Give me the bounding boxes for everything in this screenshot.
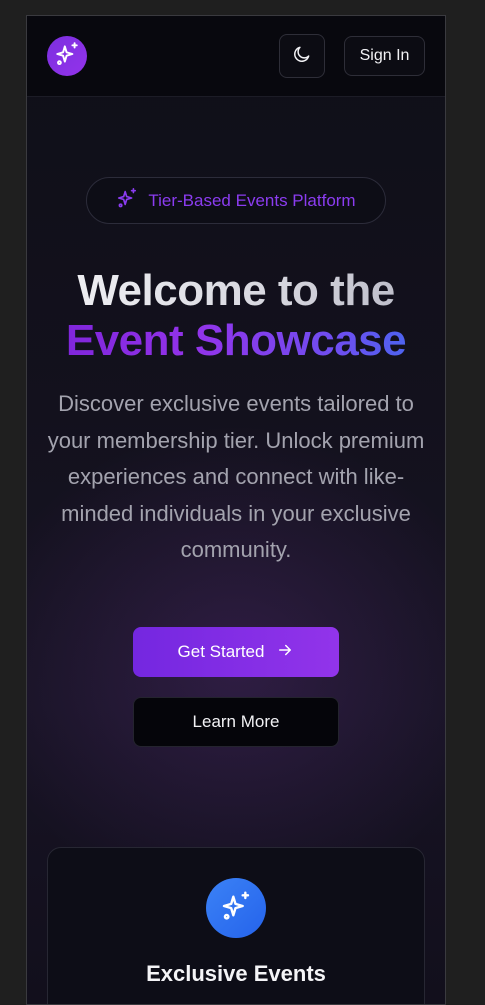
moon-icon — [292, 44, 312, 69]
theme-toggle-button[interactable] — [279, 34, 325, 78]
get-started-label: Get Started — [177, 642, 265, 661]
get-started-button[interactable]: Get Started — [133, 627, 339, 677]
hero-title: Welcome to the Event Showcase — [27, 266, 445, 366]
hero-title-line1: Welcome to the — [27, 266, 445, 316]
app-frame: Sign In Tier-Based Events Platform Welco… — [26, 15, 446, 1005]
learn-more-button[interactable]: Learn More — [133, 697, 339, 747]
badge-label: Tier-Based Events Platform — [148, 190, 356, 210]
platform-badge: Tier-Based Events Platform — [86, 177, 386, 224]
sparkles-icon — [116, 187, 138, 214]
top-nav: Sign In — [27, 16, 445, 97]
sign-in-button[interactable]: Sign In — [344, 36, 425, 76]
sparkles-icon — [220, 890, 252, 927]
hero-description: Discover exclusive events tailored to yo… — [47, 391, 425, 562]
feature-title: Exclusive Events — [146, 961, 326, 986]
sparkles-icon — [54, 41, 80, 72]
feature-card: Exclusive Events — [47, 847, 425, 1004]
feature-icon-badge — [206, 878, 266, 938]
logo[interactable] — [47, 36, 87, 76]
arrow-right-icon — [276, 641, 294, 664]
hero-title-line2: Event Showcase — [27, 316, 445, 366]
